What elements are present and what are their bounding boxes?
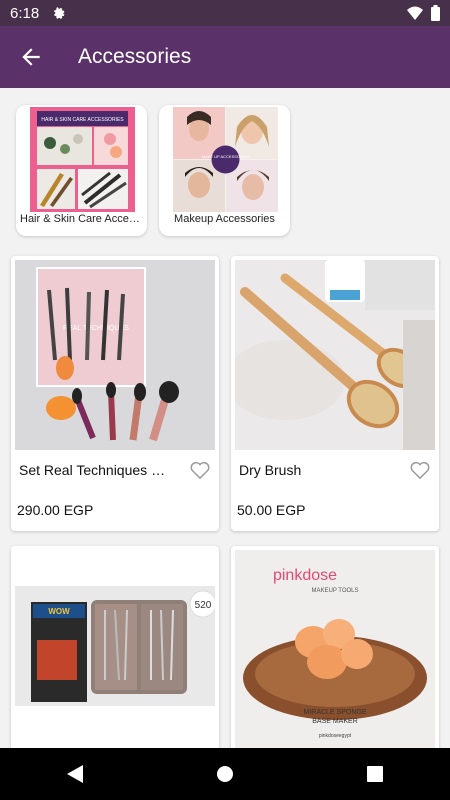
heart-icon[interactable] [189,460,211,480]
product-badge: 520 [195,600,212,611]
social-handle: pinkdoseegypt [319,733,352,739]
circle-home-icon [217,766,233,782]
battery-icon [431,5,440,21]
category-label: Hair & Skin Care Accessories [20,213,147,225]
app-bar: Accessories [0,26,450,88]
heart-icon[interactable] [409,460,431,480]
category-image-hair-skin: HAIR & SKIN CARE ACCESSORIES [30,107,135,212]
category-image-makeup: MAKE UP ACCESSORIES [173,107,278,212]
back-arrow-icon[interactable] [18,44,44,70]
product-card[interactable]: pinkdose MAKEUP TOOLS MIRACLE SPONGE BAS… [231,546,439,756]
wifi-icon [407,6,423,20]
category-card-makeup[interactable]: MAKE UP ACCESSORIES Makeup Accessories [159,105,290,236]
category-badge-text: MAKE UP ACCESSORIES [202,154,250,159]
product-image [235,260,435,450]
category-row: HAIR & SKIN CARE ACCESSORIES Hair & Skin… [0,105,450,240]
category-card-hair-skin[interactable]: HAIR & SKIN CARE ACCESSORIES Hair & Skin… [16,105,147,236]
category-banner-text: HAIR & SKIN CARE ACCESSORIES [41,117,124,123]
product-name: Dry Brush [239,462,302,478]
brand-name: pinkdose [273,567,337,584]
nav-back-button[interactable] [55,754,95,794]
status-bar: 6:18 [0,0,450,26]
square-recents-icon [367,766,383,782]
product-price: 290.00 EGP [17,502,94,518]
product-image: pinkdose MAKEUP TOOLS MIRACLE SPONGE BAS… [235,550,435,750]
gear-icon [54,7,65,19]
category-label: Makeup Accessories [174,213,275,225]
product-card[interactable]: Dry Brush 50.00 EGP [231,256,439,531]
product-name: Set Real Techniques Brushes [19,462,169,478]
status-time: 6:18 [10,4,40,22]
nav-recents-button[interactable] [355,754,395,794]
product-caption-1: MIRACLE SPONGE [303,709,366,716]
nav-home-button[interactable] [205,754,245,794]
product-card[interactable]: WOW 520 [11,546,219,756]
product-image: REAL TECHNIQUES [15,260,215,450]
product-box-text: WOW [48,607,70,616]
product-image: WOW 520 [15,550,215,750]
product-price: 50.00 EGP [237,502,306,518]
brand-tagline: MAKEUP TOOLS [311,588,358,594]
product-caption-2: BASE MAKER [312,718,358,725]
product-card[interactable]: REAL TECHNIQUES Set Real Techniques Brus… [11,256,219,531]
system-nav-bar [0,748,450,800]
triangle-back-icon [67,765,83,783]
page-title: Accessories [78,45,192,68]
